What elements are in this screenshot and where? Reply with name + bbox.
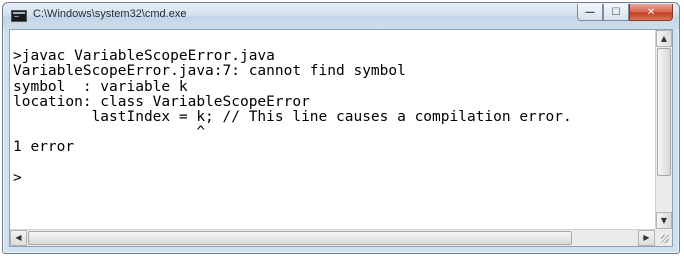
maximize-button[interactable]: ☐ (603, 4, 629, 21)
console-line: >javac VariableScopeError.java (13, 48, 275, 65)
scroll-left-arrow-icon[interactable]: ◀ (10, 230, 27, 246)
window-title: C:\Windows\system32\cmd.exe (33, 8, 187, 20)
horizontal-scroll-thumb[interactable] (28, 231, 572, 245)
scroll-right-arrow-icon[interactable]: ▶ (638, 230, 655, 246)
console-line: 1 error (13, 139, 75, 156)
vertical-scroll-thumb[interactable] (657, 48, 671, 176)
console-client-area: >javac VariableScopeError.java VariableS… (9, 29, 673, 247)
scroll-down-arrow-icon[interactable]: ▼ (656, 212, 672, 229)
console-line: symbol : variable k (13, 78, 188, 95)
console-line: location: class VariableScopeError (13, 93, 310, 110)
close-button[interactable]: ✕ (629, 4, 673, 21)
console-line: VariableScopeError.java:7: cannot find s… (13, 63, 406, 80)
resize-grip-icon[interactable] (655, 229, 672, 246)
console-icon[interactable] (11, 8, 27, 22)
minimize-button[interactable]: — (577, 4, 603, 21)
console-line: ^ (13, 124, 206, 141)
scroll-up-arrow-icon[interactable]: ▲ (656, 30, 672, 47)
cmd-window: C:\Windows\system32\cmd.exe — ☐ ✕ >javac… (2, 2, 680, 254)
title-bar[interactable]: C:\Windows\system32\cmd.exe — ☐ ✕ (3, 3, 679, 29)
vertical-scrollbar[interactable]: ▲ ▼ (655, 30, 672, 229)
console-line: lastIndex = k; // This line causes a com… (13, 108, 572, 125)
window-controls: — ☐ ✕ (577, 4, 673, 22)
horizontal-scrollbar[interactable]: ◀ ▶ (10, 229, 655, 246)
console-output[interactable]: >javac VariableScopeError.java VariableS… (10, 30, 655, 229)
console-prompt: > (13, 169, 22, 186)
